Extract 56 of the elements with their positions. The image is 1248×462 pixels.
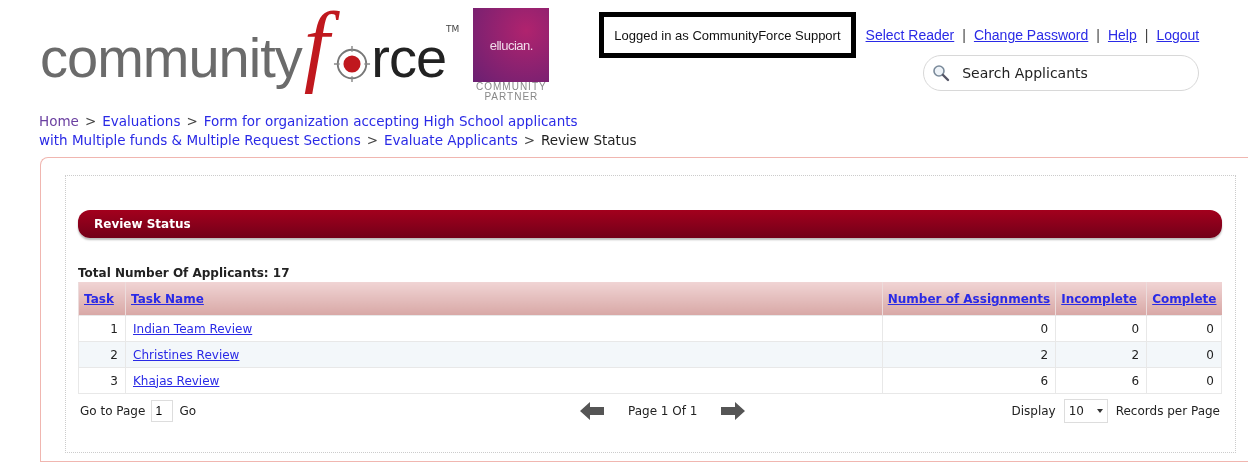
- table-cell: 0: [1055, 315, 1147, 342]
- breadcrumb-link[interactable]: Form for organization accepting High School applicants: [203, 112, 578, 131]
- breadcrumb-link[interactable]: Home: [39, 112, 79, 131]
- table-cell: 2: [78, 341, 126, 368]
- display-label: Display: [1011, 404, 1056, 418]
- table-cell: 2: [1055, 341, 1147, 368]
- review-link[interactable]: Khajas Review: [133, 373, 220, 388]
- login-notice: Logged in as CommunityForce Support: [599, 12, 856, 58]
- table-cell: 2: [882, 341, 1056, 368]
- goto-label: Go to Page: [80, 404, 146, 418]
- header-link[interactable]: Help: [1107, 27, 1137, 43]
- header-link[interactable]: Change Password: [973, 27, 1089, 43]
- link-separator: |: [1144, 27, 1149, 43]
- breadcrumb-separator: >: [186, 112, 198, 131]
- table-cell: 6: [882, 367, 1056, 394]
- right-arrow-icon[interactable]: [721, 402, 746, 420]
- go-link[interactable]: Go: [179, 404, 196, 418]
- column-sort-link[interactable]: Task Name: [131, 291, 204, 306]
- breadcrumb-link[interactable]: with Multiple funds & Multiple Request Sections: [39, 131, 361, 150]
- column-sort-link[interactable]: Task: [84, 291, 114, 306]
- breadcrumb-separator: >: [366, 131, 378, 150]
- table-cell: 0: [1146, 367, 1222, 394]
- table-cell: 0: [882, 315, 1056, 342]
- breadcrumb-current: Review Status: [541, 131, 637, 150]
- records-label: Records per Page: [1115, 404, 1220, 418]
- header-link[interactable]: Select Reader: [865, 27, 955, 43]
- caret-icon: [1096, 409, 1103, 413]
- breadcrumb-separator: >: [84, 112, 97, 131]
- trademark-mark: TM: [446, 24, 460, 34]
- table-cell: 1: [78, 315, 126, 342]
- logo-text: rce: [371, 30, 447, 91]
- left-arrow-icon[interactable]: [580, 402, 604, 420]
- review-link[interactable]: Indian Team Review: [133, 321, 253, 336]
- search-field[interactable]: Search Applicants: [923, 55, 1200, 91]
- table-cell: 0: [1146, 341, 1222, 368]
- page-size-select[interactable]: 10: [1063, 399, 1108, 423]
- page-info: Page 1 Of 1: [628, 404, 698, 418]
- applicant-total: Total Number Of Applicants: 17: [78, 266, 291, 280]
- table-cell: 0: [1146, 315, 1222, 342]
- page-input[interactable]: 1: [151, 400, 174, 422]
- breadcrumb-link[interactable]: Evaluations: [102, 112, 181, 131]
- table-cell: 6: [1055, 367, 1147, 394]
- table-cell: 3: [78, 367, 126, 394]
- column-sort-link[interactable]: Incomplete: [1061, 291, 1137, 306]
- column-sort-link[interactable]: Number of Assignments: [887, 291, 1051, 306]
- badge-brand: ellucian.: [489, 37, 533, 53]
- section-title-bar: Review Status: [78, 210, 1222, 238]
- link-separator: |: [962, 27, 966, 43]
- header-link[interactable]: Logout: [1156, 27, 1200, 43]
- column-sort-link[interactable]: Complete: [1152, 291, 1217, 306]
- breadcrumb-separator: >: [523, 131, 535, 150]
- link-separator: |: [1096, 27, 1100, 43]
- badge-caption: PARTNER: [484, 92, 539, 102]
- review-link[interactable]: Christines Review: [133, 347, 240, 362]
- badge-caption: COMMUNITY: [476, 82, 547, 92]
- breadcrumb-link[interactable]: Evaluate Applicants: [384, 131, 518, 150]
